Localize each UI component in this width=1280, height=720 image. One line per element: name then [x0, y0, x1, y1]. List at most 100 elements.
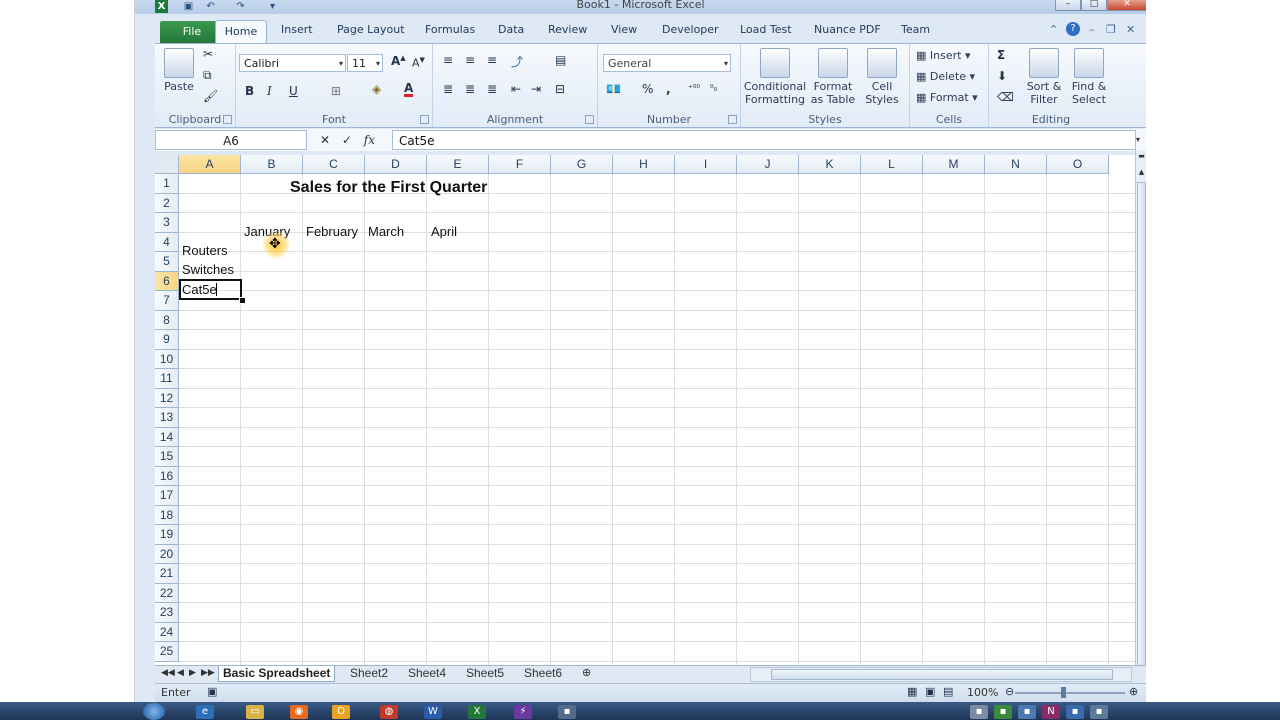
accounting-format-icon[interactable]: 💶 — [606, 82, 621, 96]
cut-icon[interactable]: ✂ — [203, 47, 213, 61]
row-header-19[interactable]: 19 — [155, 525, 179, 545]
zoom-in-icon[interactable]: ⊕ — [1129, 685, 1138, 698]
tab-data[interactable]: Data — [498, 23, 524, 36]
row-header-11[interactable]: 11 — [155, 369, 179, 389]
font-launcher-icon[interactable] — [420, 115, 429, 124]
sheet-tab-sheet2[interactable]: Sheet2 — [350, 666, 388, 681]
zoom-slider[interactable] — [1015, 692, 1125, 694]
help-icon[interactable]: ? — [1066, 22, 1080, 36]
formula-input[interactable]: Cat5e — [392, 130, 1136, 150]
sort-filter-button[interactable]: Sort & Filter — [1023, 48, 1065, 106]
row-header-15[interactable]: 15 — [155, 447, 179, 467]
decrease-decimal-icon[interactable]: ⁰₀ — [710, 84, 717, 94]
last-sheet-icon[interactable]: ▶▶ — [201, 668, 215, 678]
enter-entry-icon[interactable]: ✓ — [342, 133, 352, 147]
tab-page-layout[interactable]: Page Layout — [337, 23, 405, 36]
fill-handle[interactable] — [239, 297, 246, 304]
insert-function-button[interactable]: fx — [364, 133, 375, 147]
close-button[interactable]: ✕ — [1107, 0, 1146, 11]
zoom-slider-knob[interactable] — [1061, 687, 1066, 698]
expand-formula-bar-icon[interactable]: ▾ — [1136, 130, 1146, 150]
row-header-3[interactable]: 3 — [155, 213, 179, 233]
column-header-i[interactable]: I — [675, 155, 737, 174]
delete-cells-button[interactable]: ▦ Delete ▾ — [916, 70, 975, 83]
start-button-icon[interactable] — [143, 703, 165, 720]
cell-a5[interactable]: Switches — [182, 262, 234, 277]
ie-icon[interactable]: e — [196, 705, 214, 719]
sheet-tab-sheet5[interactable]: Sheet5 — [466, 666, 504, 681]
cell-b1-title[interactable]: Sales for the First Quarter — [290, 179, 487, 197]
firefox-icon[interactable]: ◉ — [290, 705, 308, 719]
zoom-level[interactable]: 100% — [967, 686, 998, 699]
autosum-button[interactable]: Σ — [997, 48, 1005, 62]
align-center-icon[interactable]: ≣ — [465, 82, 475, 96]
row-header-8[interactable]: 8 — [155, 310, 179, 330]
tray-icon-5[interactable]: ▪ — [1066, 705, 1084, 719]
comma-style-button[interactable]: , — [666, 82, 671, 96]
cell-a4[interactable]: Routers — [182, 243, 228, 258]
next-sheet-icon[interactable]: ▶ — [189, 668, 196, 678]
align-bottom-icon[interactable]: ≡ — [487, 53, 497, 67]
number-format-select[interactable]: General ▾ — [603, 54, 731, 72]
workbook-minimize-icon[interactable]: – — [1089, 23, 1095, 36]
tab-home[interactable]: Home — [215, 20, 267, 44]
column-header-d[interactable]: D — [365, 155, 427, 174]
app-icon[interactable]: ▪ — [558, 705, 576, 719]
orientation-icon[interactable]: ⤴ — [511, 53, 523, 70]
row-header-23[interactable]: 23 — [155, 603, 179, 623]
row-header-25[interactable]: 25 — [155, 642, 179, 662]
row-header-12[interactable]: 12 — [155, 388, 179, 408]
row-header-6[interactable]: 6 — [155, 271, 179, 291]
tray-icon-6[interactable]: ▪ — [1090, 705, 1108, 719]
chrome-icon[interactable]: ◍ — [380, 705, 398, 719]
fill-color-icon[interactable]: ◈ — [372, 82, 381, 96]
zoom-out-icon[interactable]: ⊖ — [1005, 685, 1014, 698]
alignment-launcher-icon[interactable] — [585, 115, 594, 124]
bold-button[interactable]: B — [245, 84, 254, 98]
cancel-entry-icon[interactable]: ✕ — [320, 133, 330, 147]
column-header-k[interactable]: K — [799, 155, 861, 174]
column-header-g[interactable]: G — [551, 155, 613, 174]
row-header-24[interactable]: 24 — [155, 622, 179, 642]
font-color-icon[interactable]: A — [404, 82, 414, 97]
increase-decimal-icon[interactable]: ⁺⁰⁰ — [688, 84, 700, 94]
excel-taskbar-icon[interactable]: X — [468, 705, 486, 719]
copy-icon[interactable]: ⧉ — [203, 68, 212, 83]
align-top-icon[interactable]: ≡ — [443, 53, 453, 67]
row-header-9[interactable]: 9 — [155, 330, 179, 350]
minimize-ribbon-icon[interactable]: ⌃ — [1049, 23, 1058, 36]
cell-styles-button[interactable]: Cell Styles — [859, 48, 905, 106]
explorer-icon[interactable]: ▭ — [246, 705, 264, 719]
column-header-h[interactable]: H — [613, 155, 675, 174]
column-header-l[interactable]: L — [861, 155, 923, 174]
split-box-icon[interactable]: ▬ — [1137, 152, 1146, 160]
workbook-restore-icon[interactable]: ❐ — [1106, 23, 1116, 36]
tab-team[interactable]: Team — [901, 23, 930, 36]
horizontal-scrollbar[interactable] — [750, 667, 1132, 682]
sheet-tab-sheet6[interactable]: Sheet6 — [524, 666, 562, 681]
sheet-tab-basic-spreadsheet[interactable]: Basic Spreadsheet — [218, 666, 336, 682]
tab-load-test[interactable]: Load Test — [740, 23, 792, 36]
tab-developer[interactable]: Developer — [662, 23, 719, 36]
cell-c3[interactable]: February — [306, 224, 358, 239]
align-right-icon[interactable]: ≣ — [487, 82, 497, 96]
insert-sheet-icon[interactable]: ⊕ — [582, 666, 591, 681]
tab-insert[interactable]: Insert — [281, 23, 313, 36]
first-sheet-icon[interactable]: ◀◀ — [161, 668, 175, 678]
clear-icon[interactable]: ⌫ — [997, 90, 1014, 104]
column-header-c[interactable]: C — [303, 155, 365, 174]
font-name-select[interactable]: Calibri ▾ — [239, 54, 346, 72]
clipboard-launcher-icon[interactable] — [223, 115, 232, 124]
wrap-text-icon[interactable]: ▤ — [555, 53, 566, 67]
row-header-17[interactable]: 17 — [155, 486, 179, 506]
column-header-e[interactable]: E — [427, 155, 489, 174]
maximize-button[interactable]: □ — [1081, 0, 1107, 11]
row-header-7[interactable]: 7 — [155, 291, 179, 311]
column-header-b[interactable]: B — [241, 155, 303, 174]
increase-indent-icon[interactable]: ⇥ — [531, 82, 541, 96]
row-header-22[interactable]: 22 — [155, 583, 179, 603]
italic-button[interactable]: I — [267, 84, 272, 98]
worksheet-grid[interactable]: ABCDEFGHIJKLMNO 1 2 3 4 5 6 7 8 9 10 11 12 13 14 15 16 1… — [155, 155, 1135, 667]
minimize-button[interactable]: – — [1055, 0, 1081, 11]
shrink-font-icon[interactable]: A▼ — [412, 56, 425, 70]
